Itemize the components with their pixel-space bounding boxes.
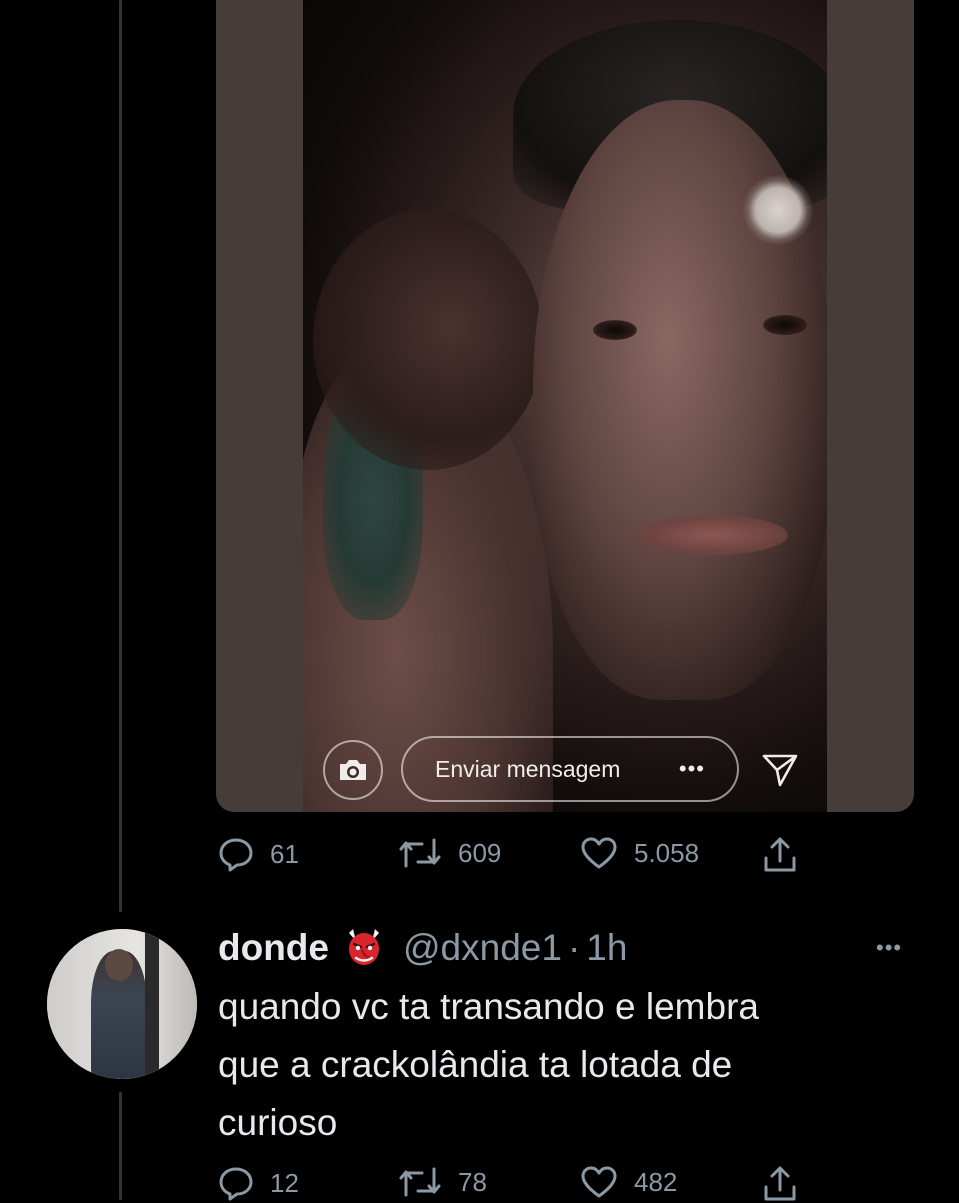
tweet-text-line: que a crackolândia ta lotada de	[218, 1044, 733, 1085]
goblin-mask-emoji-icon	[343, 927, 385, 969]
photo-eye	[763, 315, 807, 335]
retweet-action[interactable]: 78	[398, 1165, 487, 1199]
story-photo: Enviar mensagem •••	[303, 0, 827, 812]
timestamp[interactable]: 1h	[586, 927, 627, 969]
camera-button[interactable]	[323, 740, 383, 800]
retweet-action[interactable]: 609	[398, 836, 501, 870]
more-options-icon[interactable]: •••	[876, 935, 902, 961]
share-action[interactable]	[762, 836, 798, 874]
avatar-head	[105, 949, 133, 981]
tweet-text-line: quando vc ta transando e lembra	[218, 986, 759, 1027]
photo-eye	[593, 320, 637, 340]
photo-face-left	[313, 210, 543, 470]
share-icon	[764, 837, 796, 872]
send-button[interactable]	[761, 752, 799, 793]
reply-icon	[219, 838, 253, 872]
camera-icon	[340, 760, 366, 780]
avatar[interactable]	[47, 929, 197, 1079]
reply-count: 61	[270, 838, 299, 869]
tweet-text-line: curioso	[218, 1102, 338, 1143]
like-count: 482	[634, 1166, 678, 1197]
user-handle[interactable]: @dxnde1	[403, 927, 562, 969]
share-icon	[764, 1166, 796, 1201]
separator: ·	[567, 927, 581, 968]
send-message-input[interactable]: Enviar mensagem •••	[401, 736, 739, 802]
reply-action[interactable]: 12	[218, 1165, 299, 1201]
share-action[interactable]	[762, 1165, 798, 1203]
photo-mouth	[638, 515, 788, 555]
send-icon	[762, 754, 798, 787]
story-light-dot	[743, 175, 813, 245]
display-name[interactable]: donde	[218, 927, 329, 969]
story-reply-bar: Enviar mensagem •••	[303, 712, 827, 812]
like-action[interactable]: 482	[580, 1165, 677, 1199]
heart-icon	[581, 1166, 617, 1198]
thread-line	[119, 1092, 122, 1200]
like-count: 5.058	[634, 837, 700, 868]
send-message-placeholder: Enviar mensagem	[435, 755, 621, 782]
retweet-count: 78	[458, 1166, 487, 1197]
retweet-icon	[399, 1167, 441, 1197]
reply-count: 12	[270, 1167, 299, 1198]
reply-icon	[219, 1167, 253, 1201]
reply-header: donde @dxnde1 · 1h	[218, 920, 627, 976]
heart-icon	[581, 837, 617, 869]
retweet-icon	[399, 838, 441, 868]
tweet-media-image[interactable]: Enviar mensagem •••	[216, 0, 914, 812]
thread-line	[119, 0, 122, 912]
retweet-count: 609	[458, 837, 502, 868]
more-options-icon[interactable]: •••	[679, 756, 705, 782]
like-action[interactable]: 5.058	[580, 836, 699, 870]
reply-action[interactable]: 61	[218, 836, 299, 872]
avatar-mirror-edge	[145, 929, 159, 1079]
tweet-text: quando vc ta transando e lembra que a cr…	[218, 978, 908, 1152]
